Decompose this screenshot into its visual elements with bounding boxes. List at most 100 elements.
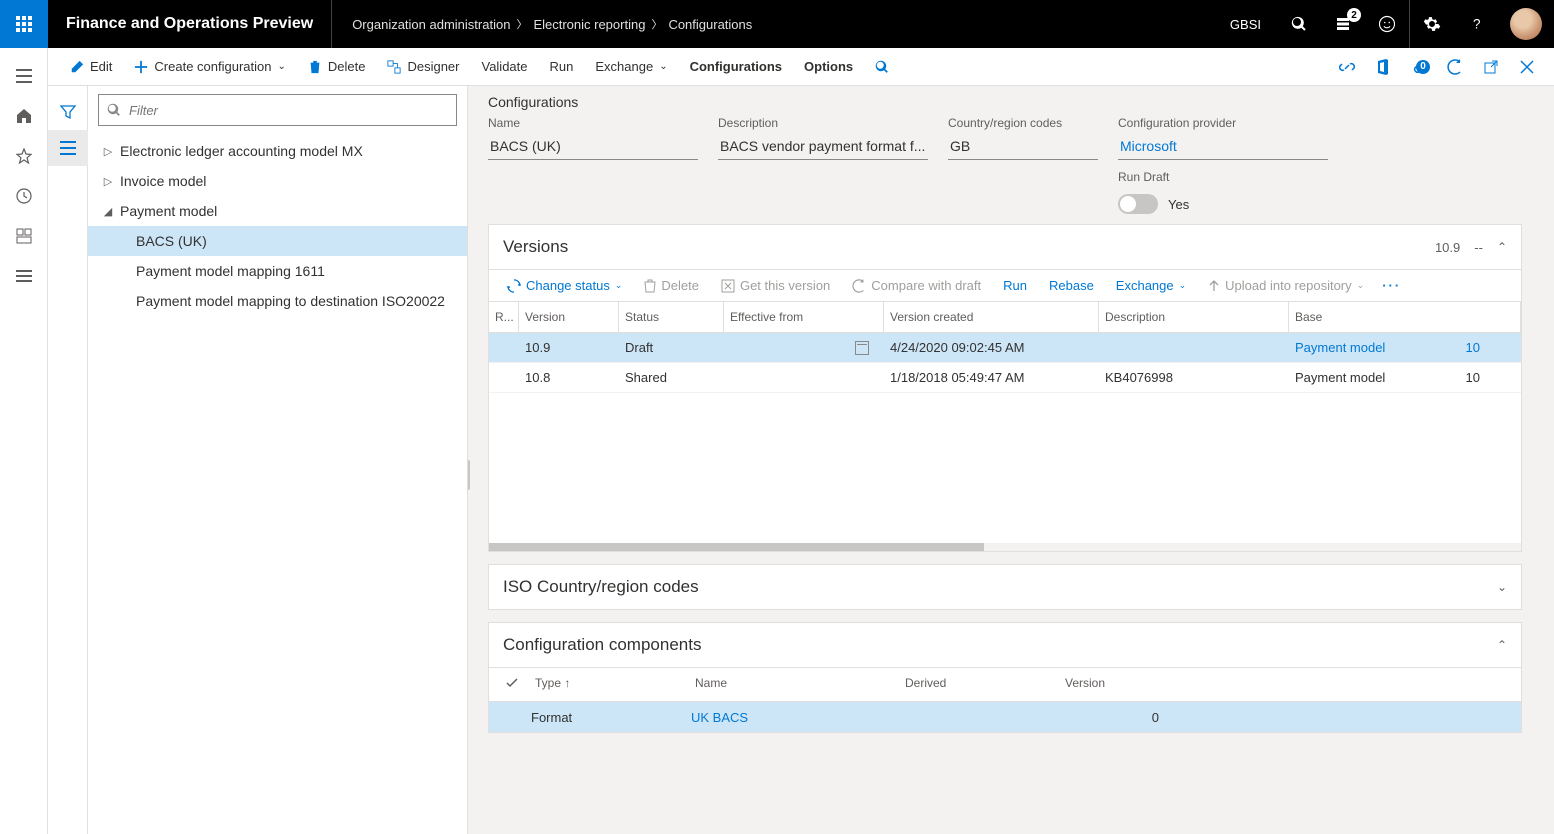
svg-text:?: ?	[1473, 17, 1481, 32]
versions-meta-version: 10.9	[1435, 240, 1460, 255]
rebase-button[interactable]: Rebase	[1041, 274, 1102, 297]
help-icon[interactable]: ?	[1454, 0, 1498, 48]
components-title: Configuration components	[503, 635, 701, 655]
components-header[interactable]: Configuration components ⌃	[489, 623, 1521, 667]
cell-base: Payment model10	[1289, 340, 1521, 355]
tree-node[interactable]: ◢Payment model	[88, 196, 467, 226]
modules-icon[interactable]	[0, 256, 48, 296]
attach-count-badge: 0	[1416, 60, 1430, 74]
gear-icon[interactable]	[1410, 0, 1454, 48]
version-run-button[interactable]: Run	[995, 274, 1035, 297]
refresh-icon[interactable]	[1440, 52, 1470, 82]
vertical-scrollbar[interactable]	[1542, 86, 1554, 834]
col-status[interactable]: Status	[619, 302, 724, 332]
tree-node[interactable]: ▷Electronic ledger accounting model MX	[88, 136, 467, 166]
task-recorder-icon[interactable]: 2	[1321, 0, 1365, 48]
tree-node[interactable]: Payment model mapping 1611	[88, 256, 467, 286]
exchange-label: Exchange	[595, 59, 653, 74]
col-version[interactable]: Version	[1061, 676, 1509, 693]
smile-icon[interactable]	[1365, 0, 1409, 48]
tree-node[interactable]: ▷Invoice model	[88, 166, 467, 196]
top-bar: Finance and Operations Preview Organizat…	[0, 0, 1554, 48]
component-row[interactable]: Format UK BACS 0	[489, 702, 1521, 732]
grid-row[interactable]: 10.8 Shared 1/18/2018 05:49:47 AM KB4076…	[489, 363, 1521, 393]
tree-panel: ▷Electronic ledger accounting model MX ▷…	[88, 86, 468, 834]
components-columns: Type ↑ Name Derived Version	[489, 667, 1521, 702]
designer-button[interactable]: Designer	[377, 48, 469, 86]
edit-button[interactable]: Edit	[60, 48, 122, 86]
attach-icon[interactable]: 0	[1404, 52, 1434, 82]
resize-gripper[interactable]	[468, 460, 470, 490]
col-base[interactable]: Base	[1289, 302, 1521, 332]
horizontal-scrollbar[interactable]	[489, 543, 1521, 551]
change-status-button[interactable]: Change status⌄	[499, 274, 630, 297]
star-icon[interactable]	[0, 136, 48, 176]
delete-button[interactable]: Delete	[298, 48, 376, 86]
recent-icon[interactable]	[0, 176, 48, 216]
tree-label: Payment model mapping to destination ISO…	[132, 293, 445, 309]
col-description[interactable]: Description	[1099, 302, 1289, 332]
get-version-button[interactable]: Get this version	[713, 274, 838, 297]
col-effective[interactable]: Effective from	[724, 302, 884, 332]
breadcrumb-item[interactable]: Configurations	[668, 17, 752, 32]
name-value[interactable]: BACS (UK)	[488, 134, 698, 160]
rebase-label: Rebase	[1049, 278, 1094, 293]
run-draft-toggle[interactable]	[1118, 194, 1158, 214]
link-icon[interactable]	[1332, 52, 1362, 82]
task-count-badge: 2	[1347, 8, 1361, 22]
compare-label: Compare with draft	[871, 278, 981, 293]
description-label: Description	[718, 116, 928, 130]
iso-header[interactable]: ISO Country/region codes ⌄	[489, 565, 1521, 609]
list-view-icon[interactable]	[48, 130, 88, 166]
col-select[interactable]: R...	[489, 302, 519, 332]
exchange-button[interactable]: Exchange⌄	[585, 48, 677, 86]
iso-section: ISO Country/region codes ⌄	[488, 564, 1522, 610]
breadcrumb-item[interactable]: Electronic reporting	[533, 17, 645, 32]
col-version[interactable]: Version	[519, 302, 619, 332]
topbar-right: GBSI 2 ?	[1214, 0, 1554, 48]
close-icon[interactable]	[1512, 52, 1542, 82]
cell-created: 4/24/2020 09:02:45 AM	[884, 340, 1099, 355]
detail-section-title: Configurations	[488, 94, 1522, 110]
versions-title: Versions	[503, 237, 568, 257]
company-code[interactable]: GBSI	[1214, 17, 1277, 32]
col-derived[interactable]: Derived	[901, 676, 1061, 693]
workspace-icon[interactable]	[0, 216, 48, 256]
tree-node[interactable]: Payment model mapping to destination ISO…	[88, 286, 467, 316]
validate-button[interactable]: Validate	[471, 48, 537, 86]
col-created[interactable]: Version created	[884, 302, 1099, 332]
search-icon[interactable]	[1277, 0, 1321, 48]
breadcrumb-item[interactable]: Organization administration	[352, 17, 510, 32]
compare-button[interactable]: Compare with draft	[844, 274, 989, 297]
version-exchange-label: Exchange	[1116, 278, 1174, 293]
options-tab[interactable]: Options	[794, 48, 863, 86]
grid-row[interactable]: 10.9 Draft 4/24/2020 09:02:45 AM Payment…	[489, 333, 1521, 363]
col-type[interactable]: Type ↑	[531, 676, 691, 693]
col-check[interactable]	[501, 676, 531, 693]
version-exchange-button[interactable]: Exchange⌄	[1108, 274, 1194, 297]
upload-button[interactable]: Upload into repository⌄	[1200, 274, 1372, 297]
version-delete-button[interactable]: Delete	[636, 274, 707, 297]
home-icon[interactable]	[0, 96, 48, 136]
filter-icon[interactable]	[48, 94, 88, 130]
iso-title: ISO Country/region codes	[503, 577, 699, 597]
create-config-button[interactable]: Create configuration⌄	[124, 48, 295, 86]
office-icon[interactable]	[1368, 52, 1398, 82]
configurations-tab[interactable]: Configurations	[680, 48, 792, 86]
provider-value[interactable]: Microsoft	[1118, 134, 1328, 160]
description-value[interactable]: BACS vendor payment format f...	[718, 134, 928, 160]
versions-header[interactable]: Versions 10.9 -- ⌃	[489, 225, 1521, 269]
user-avatar[interactable]	[1510, 8, 1542, 40]
upload-label: Upload into repository	[1225, 278, 1351, 293]
cell-effective	[724, 340, 884, 356]
country-value[interactable]: GB	[948, 134, 1098, 160]
col-name[interactable]: Name	[691, 676, 901, 693]
tree-node-selected[interactable]: BACS (UK)	[88, 226, 467, 256]
more-icon[interactable]: ···	[1382, 278, 1401, 293]
run-button[interactable]: Run	[540, 48, 584, 86]
waffle-button[interactable]	[0, 0, 48, 48]
popout-icon[interactable]	[1476, 52, 1506, 82]
hamburger-icon[interactable]	[0, 56, 48, 96]
toolbar-search-button[interactable]	[865, 48, 899, 86]
filter-input[interactable]	[121, 103, 448, 118]
